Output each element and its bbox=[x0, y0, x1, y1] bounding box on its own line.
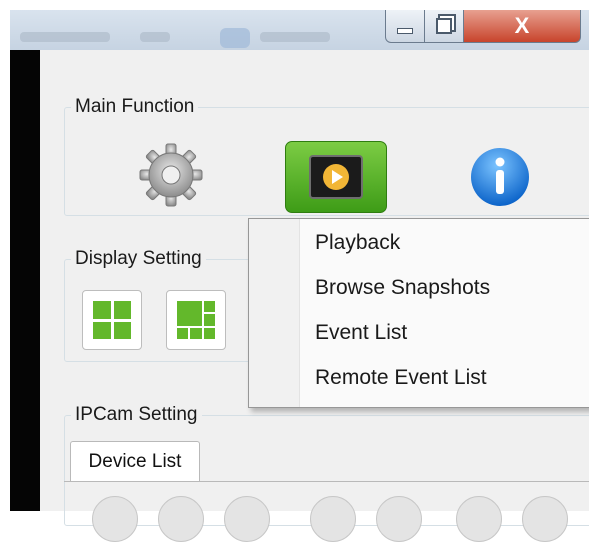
device-button[interactable] bbox=[224, 496, 270, 542]
grid-2x2-icon bbox=[93, 301, 131, 339]
menu-icon-gutter bbox=[249, 219, 300, 407]
blurred-title-text bbox=[20, 32, 110, 42]
layout-6-button[interactable] bbox=[166, 290, 226, 350]
playback-icon bbox=[309, 155, 363, 199]
window-left-edge bbox=[10, 50, 40, 511]
tab-device-list[interactable]: Device List bbox=[70, 441, 200, 482]
grid-1plus5-icon bbox=[177, 301, 215, 339]
menu-item-browse-snapshots[interactable]: Browse Snapshots bbox=[315, 276, 490, 300]
maximize-icon bbox=[436, 18, 452, 34]
window-titlebar: X bbox=[10, 10, 589, 50]
info-icon[interactable] bbox=[468, 145, 532, 209]
minimize-icon bbox=[397, 28, 413, 34]
device-button[interactable] bbox=[310, 496, 356, 542]
playback-button[interactable] bbox=[285, 141, 387, 213]
minimize-button[interactable] bbox=[385, 10, 425, 43]
menu-item-event-list[interactable]: Event List bbox=[315, 321, 407, 345]
device-button[interactable] bbox=[522, 496, 568, 542]
blurred-title-text bbox=[260, 32, 330, 42]
gear-icon[interactable] bbox=[136, 140, 206, 210]
play-icon bbox=[323, 164, 349, 190]
tab-device-list-label: Device List bbox=[88, 451, 182, 472]
display-setting-title: Display Setting bbox=[75, 248, 202, 269]
device-button[interactable] bbox=[92, 496, 138, 542]
device-button[interactable] bbox=[158, 496, 204, 542]
playback-context-menu: Playback Browse Snapshots Event List Rem… bbox=[248, 218, 589, 408]
layout-4-button[interactable] bbox=[82, 290, 142, 350]
ipcam-setting-title: IPCam Setting bbox=[75, 404, 198, 425]
device-button[interactable] bbox=[456, 496, 502, 542]
blurred-taskbar-icon bbox=[220, 28, 250, 48]
menu-item-playback[interactable]: Playback bbox=[315, 231, 400, 255]
menu-item-remote-event-list[interactable]: Remote Event List bbox=[315, 366, 487, 390]
device-button[interactable] bbox=[376, 496, 422, 542]
blurred-title-text bbox=[140, 32, 170, 42]
close-button[interactable]: X bbox=[463, 10, 581, 43]
maximize-button[interactable] bbox=[424, 10, 464, 43]
close-icon: X bbox=[514, 13, 530, 38]
main-function-title: Main Function bbox=[75, 96, 195, 117]
